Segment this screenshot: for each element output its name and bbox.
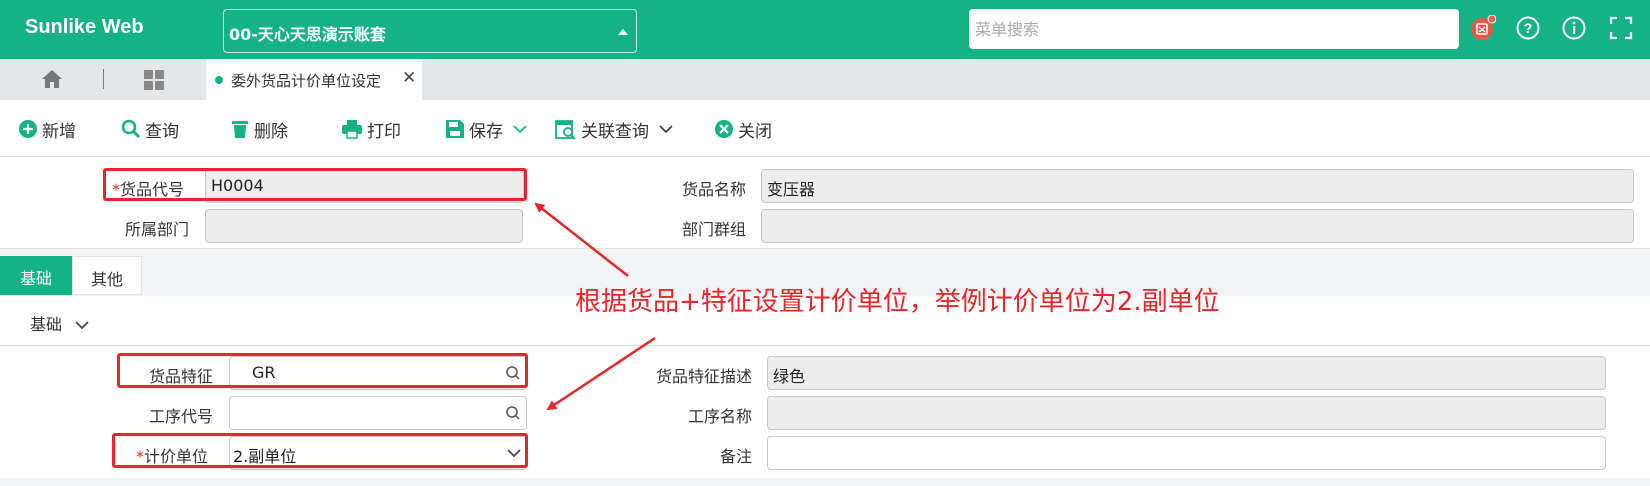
dept-group-field — [761, 209, 1634, 243]
dept-field[interactable] — [205, 209, 523, 243]
tab-label: 委外货品计价单位设定 — [231, 72, 382, 90]
svg-text:?: ? — [1524, 20, 1533, 36]
save-icon — [446, 120, 464, 138]
active-dot-icon — [215, 76, 223, 84]
print-button[interactable]: 打印 — [341, 117, 401, 142]
feature-desc-field: 绿色 — [767, 356, 1606, 390]
group-title: 基础 — [30, 315, 63, 334]
top-bar: Sunlike Web 00-天心天思演示账套 ? — [0, 0, 1650, 59]
bottom-strip — [0, 478, 1650, 486]
brand-logo: Sunlike Web — [25, 16, 144, 38]
search-icon[interactable] — [505, 405, 521, 421]
query-button[interactable]: 查询 — [121, 117, 179, 142]
apps-grid-icon[interactable] — [143, 69, 165, 95]
close-button[interactable]: 关闭 — [714, 117, 772, 142]
print-button-label: 打印 — [367, 121, 401, 142]
query-button-label: 查询 — [145, 121, 179, 142]
tab-basic[interactable]: 基础 — [0, 256, 72, 295]
notification-bell-icon[interactable] — [1470, 14, 1497, 41]
item-name-field: 变压器 — [761, 169, 1634, 203]
chevron-down-icon — [75, 321, 89, 330]
caret-up-icon — [618, 29, 628, 35]
search-icon — [121, 119, 141, 139]
group-basic-toggle[interactable]: 基础 — [30, 311, 89, 335]
account-selector[interactable]: 00-天心天思演示账套 — [223, 9, 637, 53]
related-query-button[interactable]: 关联查询 — [555, 117, 677, 142]
dept-group-label: 部门群组 — [682, 220, 747, 239]
account-selector-value: 00-天心天思演示账套 — [229, 25, 386, 44]
dept-label: 所属部门 — [125, 220, 190, 239]
close-circle-icon — [715, 120, 733, 138]
new-button-label: 新增 — [42, 121, 76, 142]
arrow-to-feature — [546, 336, 656, 411]
tab-other[interactable]: 其他 — [72, 256, 142, 295]
new-button[interactable]: 新增 — [18, 117, 76, 142]
process-code-label: 工序代号 — [149, 407, 214, 426]
annotation-text: 根据货品+特征设置计价单位，举例计价单位为2.副单位 — [575, 287, 1220, 317]
highlight-box-feature — [117, 353, 528, 388]
toolbar: 新增 查询 删除 打印 保存 关联查询 关闭 — [0, 100, 1650, 157]
add-icon — [19, 120, 37, 138]
chevron-down-icon[interactable] — [513, 124, 527, 134]
save-button[interactable]: 保存 — [445, 117, 531, 142]
delete-button[interactable]: 删除 — [230, 117, 288, 142]
feature-desc-label: 货品特征描述 — [656, 367, 753, 386]
item-name-label: 货品名称 — [682, 180, 747, 199]
home-icon[interactable] — [41, 69, 63, 93]
remark-field[interactable] — [767, 436, 1606, 470]
process-name-field — [767, 396, 1606, 430]
process-code-field[interactable] — [229, 396, 527, 430]
close-tab-icon[interactable]: ✕ — [402, 68, 416, 88]
related-search-icon — [555, 120, 576, 140]
highlight-box-item-code — [103, 168, 527, 201]
help-icon[interactable]: ? — [1515, 15, 1541, 41]
close-button-label: 关闭 — [738, 121, 772, 142]
tab-divider — [103, 69, 104, 89]
save-button-label: 保存 — [469, 121, 503, 142]
chevron-down-icon[interactable] — [659, 124, 673, 134]
printer-icon — [342, 120, 362, 139]
remark-label: 备注 — [720, 447, 753, 466]
process-name-label: 工序名称 — [688, 407, 753, 426]
delete-button-label: 删除 — [254, 121, 288, 142]
group-divider — [0, 345, 1650, 346]
tab-outsource-unit-setting[interactable]: 委外货品计价单位设定 ✕ — [206, 59, 422, 100]
menu-search-input[interactable] — [969, 9, 1459, 49]
fullscreen-icon[interactable] — [1608, 15, 1634, 41]
info-icon[interactable] — [1561, 15, 1587, 41]
highlight-box-unit — [112, 433, 528, 468]
related-query-label: 关联查询 — [581, 121, 649, 142]
tab-bar: 委外货品计价单位设定 ✕ — [0, 59, 1650, 100]
trash-icon — [232, 121, 248, 138]
